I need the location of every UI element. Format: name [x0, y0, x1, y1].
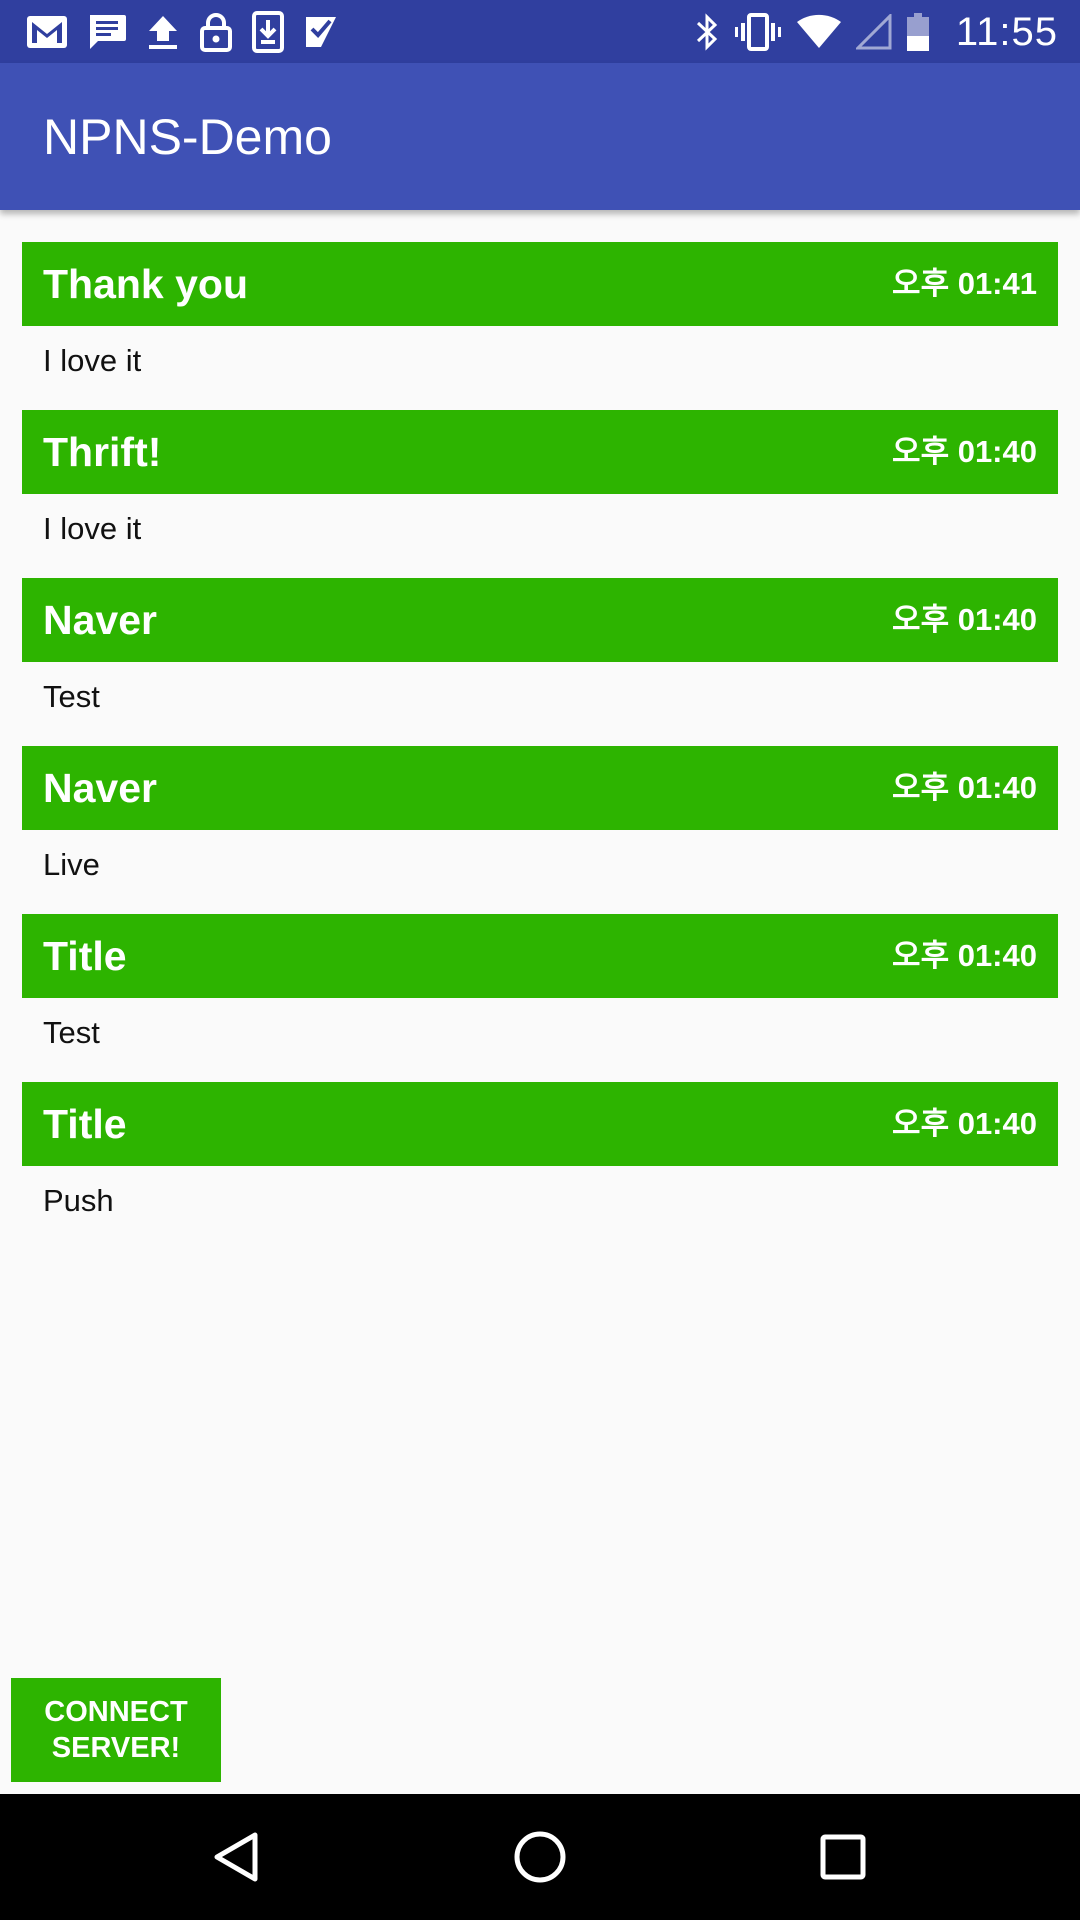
message-body: Test — [43, 679, 100, 714]
message-time: 오후 01:40 — [892, 434, 1037, 469]
message-title: Thank you — [43, 261, 249, 307]
message-header: Title 오후 01:40 — [22, 1082, 1058, 1166]
connect-server-button[interactable]: CONNECT SERVER! — [11, 1678, 221, 1782]
message-body: I love it — [43, 511, 142, 546]
gmail-icon — [27, 16, 67, 48]
message-item[interactable]: Title 오후 01:40 Test — [22, 914, 1058, 1082]
navigation-bar — [0, 1794, 1080, 1920]
back-icon — [214, 1832, 258, 1882]
message-title: Naver — [43, 597, 157, 643]
message-body: Push — [43, 1183, 114, 1218]
signal-icon — [855, 14, 892, 50]
message-item[interactable]: Naver 오후 01:40 Live — [22, 746, 1058, 914]
message-title: Thrift! — [43, 429, 162, 475]
tasks-icon — [306, 17, 336, 47]
message-item[interactable]: Thrift! 오후 01:40 I love it — [22, 410, 1058, 578]
message-body: Test — [43, 1015, 100, 1050]
app-bar: NPNS-Demo — [0, 63, 1080, 210]
vibrate-icon — [734, 13, 781, 51]
message-body: I love it — [43, 343, 142, 378]
message-time: 오후 01:40 — [892, 602, 1037, 637]
message-time: 오후 01:40 — [892, 938, 1037, 973]
message-list: Thank you 오후 01:41 I love it Thrift! 오후 … — [22, 242, 1058, 1250]
clock: 11:55 — [955, 9, 1058, 54]
message-time: 오후 01:40 — [892, 1106, 1037, 1141]
message-item[interactable]: Title 오후 01:40 Push — [22, 1082, 1058, 1250]
message-item[interactable]: Naver 오후 01:40 Test — [22, 578, 1058, 746]
bluetooth-icon — [696, 13, 718, 51]
back-button[interactable] — [201, 1822, 271, 1892]
lock-icon — [200, 13, 232, 52]
upload-icon — [149, 16, 177, 49]
message-body: Live — [43, 847, 100, 882]
status-bar: 11:55 — [0, 0, 1080, 63]
message-title: Title — [43, 933, 127, 979]
system-icons: 11:55 — [694, 8, 1058, 56]
message-header: Naver 오후 01:40 — [22, 578, 1058, 662]
battery-icon — [906, 13, 929, 51]
message-time: 오후 01:40 — [892, 770, 1037, 805]
home-button[interactable] — [505, 1822, 575, 1892]
message-header: Naver 오후 01:40 — [22, 746, 1058, 830]
wifi-icon — [796, 14, 841, 48]
message-time: 오후 01:41 — [892, 266, 1037, 301]
message-header: Title 오후 01:40 — [22, 914, 1058, 998]
home-icon — [514, 1831, 566, 1883]
recents-icon — [820, 1834, 866, 1880]
app-title: NPNS-Demo — [43, 109, 332, 165]
message-title: Title — [43, 1101, 127, 1147]
message-header: Thrift! 오후 01:40 — [22, 410, 1058, 494]
download-icon — [252, 11, 284, 53]
message-icon — [90, 15, 126, 49]
message-header: Thank you 오후 01:41 — [22, 242, 1058, 326]
recents-button[interactable] — [808, 1822, 878, 1892]
message-item[interactable]: Thank you 오후 01:41 I love it — [22, 242, 1058, 410]
notification-icons — [26, 10, 339, 54]
message-title: Naver — [43, 765, 157, 811]
